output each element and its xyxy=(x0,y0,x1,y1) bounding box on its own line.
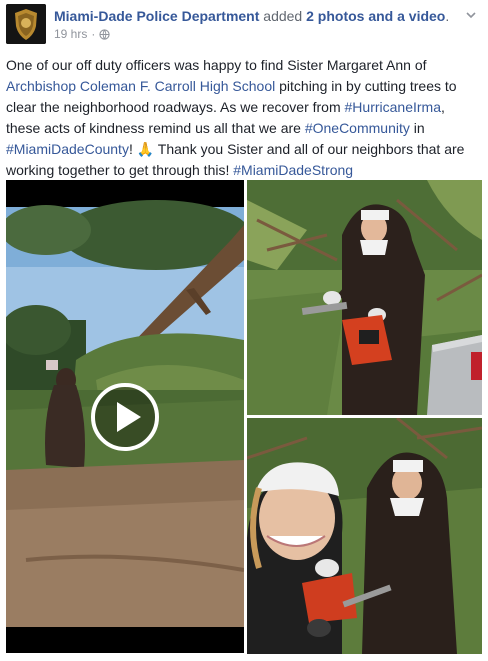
post-header: Miami-Dade Police Department added 2 pho… xyxy=(6,4,482,44)
hashtag-miamidadecounty[interactable]: #MiamiDadeCounty xyxy=(6,141,129,157)
globe-icon[interactable] xyxy=(99,28,110,40)
hashtag-hurricaneirma[interactable]: #HurricaneIrma xyxy=(345,99,441,115)
photo-selfie-with-nun[interactable] xyxy=(247,418,482,654)
post-title-line: Miami-Dade Police Department added 2 pho… xyxy=(54,8,449,24)
body-text: ! xyxy=(128,141,137,157)
chevron-down-icon[interactable] xyxy=(464,8,478,22)
hashtag-miamidadestrong[interactable]: #MiamiDadeStrong xyxy=(233,162,353,178)
video-thumbnail[interactable] xyxy=(6,180,244,653)
body-text: in xyxy=(409,120,425,136)
page-name-link[interactable]: Miami-Dade Police Department xyxy=(54,8,259,24)
photo-nun-with-chainsaw[interactable] xyxy=(247,180,482,415)
meta-separator: · xyxy=(91,27,96,41)
media-count-link[interactable]: 2 photos and a video xyxy=(306,8,445,24)
body-text: One of our off duty officers was happy t… xyxy=(6,57,427,73)
page-avatar[interactable] xyxy=(6,4,46,44)
praying-hands-emoji: 🙏 xyxy=(136,141,155,157)
post-body: One of our off duty officers was happy t… xyxy=(6,55,482,181)
hashtag-onecommunity[interactable]: #OneCommunity xyxy=(305,120,410,136)
timestamp[interactable]: 19 hrs xyxy=(54,27,87,41)
action-end: . xyxy=(445,8,450,24)
school-link[interactable]: Archbishop Coleman F. Carroll High Schoo… xyxy=(6,78,275,94)
play-icon[interactable] xyxy=(90,382,160,452)
post-meta: 19 hrs · xyxy=(54,27,110,41)
action-text: added xyxy=(263,8,303,24)
